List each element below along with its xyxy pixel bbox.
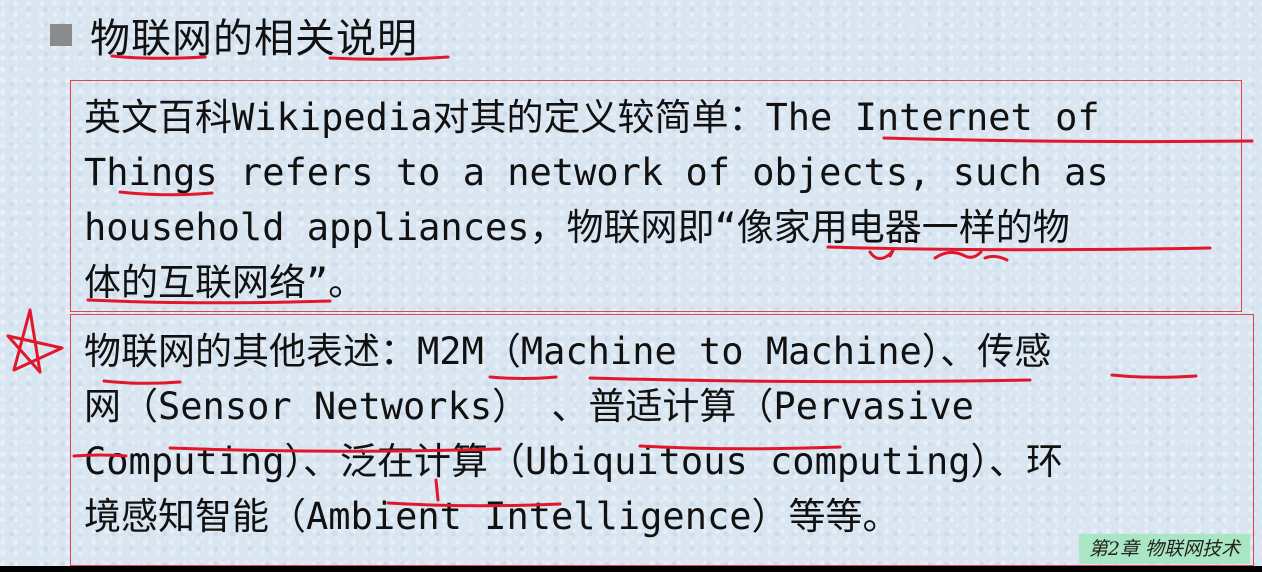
slide: 物联网的相关说明 英文百科Wikipedia对其的定义较简单：The Inter…	[0, 0, 1262, 572]
square-bullet-icon	[50, 24, 72, 46]
other-terms-line-4: 境感知智能（Ambient Intelligence）等等。	[84, 495, 900, 538]
definition-line-4: 体的互联网络”。	[84, 261, 366, 304]
chapter-tag: 第2章 物联网技术	[1078, 534, 1250, 564]
definition-line-2: Things refers to a network of objects, s…	[84, 151, 1109, 194]
definition-line-3: household appliances，物联网即“像家用电器一样的物	[84, 206, 1070, 249]
definition-line-1: 英文百科Wikipedia对其的定义较简单：The Internet of	[84, 96, 1100, 139]
other-terms-line-2: 网（Sensor Networks） 、普适计算（Pervasive	[84, 385, 974, 428]
definition-paragraph: 英文百科Wikipedia对其的定义较简单：The Internet of Th…	[84, 90, 1109, 310]
slide-heading: 物联网的相关说明	[90, 16, 418, 62]
bottom-bar	[0, 566, 1262, 572]
other-terms-line-1: 物联网的其他表述：M2M（Machine to Machine）、传感	[84, 330, 1052, 373]
heading-row: 物联网的相关说明	[50, 8, 418, 62]
other-terms-paragraph: 物联网的其他表述：M2M（Machine to Machine）、传感 网（Se…	[84, 324, 1063, 544]
other-terms-line-3: Computing）、泛在计算（Ubiquitous computing）、环	[84, 440, 1063, 483]
star-icon	[6, 308, 64, 374]
